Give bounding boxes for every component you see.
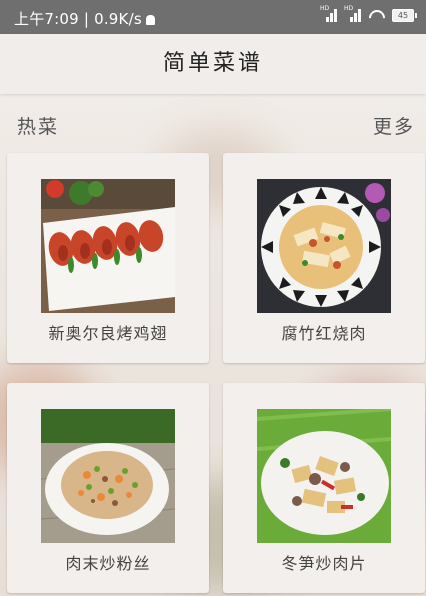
bamboo-shoot-pork-photo: [257, 409, 391, 543]
recipe-card[interactable]: 新奥尔良烤鸡翅: [7, 153, 209, 363]
status-time-speed: 上午7:09 | 0.9K/s: [14, 8, 155, 29]
battery-icon: 45: [392, 8, 417, 22]
recipe-name: 新奥尔良烤鸡翅: [48, 324, 168, 343]
signal-icon-2: HD: [344, 5, 362, 22]
status-icons: HD HD 45: [320, 5, 417, 22]
recipe-card[interactable]: 腐竹红烧肉: [223, 153, 425, 363]
notification-bell-icon: [145, 15, 155, 25]
recipe-name: 冬笋炒肉片: [281, 554, 367, 573]
minced-meat-vermicelli-photo: [41, 409, 175, 543]
roasted-chicken-wings-photo: [41, 179, 175, 313]
recipe-name: 腐竹红烧肉: [281, 324, 367, 343]
recipe-card[interactable]: 冬笋炒肉片: [223, 383, 425, 593]
status-bar: 上午7:09 | 0.9K/s HD HD 45: [0, 0, 426, 34]
page-title: 简单菜谱: [162, 51, 263, 76]
more-link[interactable]: 更多: [373, 112, 415, 139]
app-bar: 简单菜谱: [0, 34, 426, 94]
recipe-name: 肉末炒粉丝: [65, 554, 151, 573]
wifi-icon: [368, 8, 386, 22]
braised-pork-tofu-skin-photo: [257, 179, 391, 313]
recipe-card[interactable]: 肉末炒粉丝: [7, 383, 209, 593]
section-title: 热菜: [17, 116, 60, 138]
signal-icon: HD: [320, 5, 338, 22]
